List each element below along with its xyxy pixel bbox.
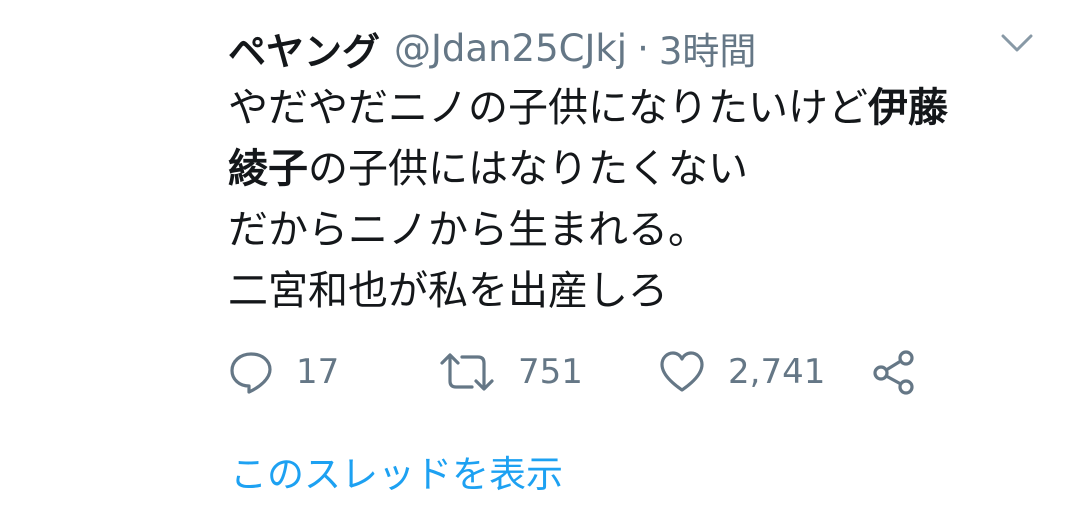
share-icon [873, 350, 914, 395]
tweet: ペヤング @Jdan25CJkj · 3時間 やだやだニノの子供になりたいけど伊… [0, 0, 1076, 529]
like-button[interactable]: 2,741 [658, 349, 870, 395]
bold-text-segment: 綾子 [228, 146, 308, 192]
tweet-text-line: 二宮和也が私を出産しろ [228, 268, 668, 314]
reply-icon [230, 352, 272, 394]
user-handle[interactable]: @Jdan25CJkj [394, 27, 627, 70]
tweet-text-line: やだやだニノの子供になりたいけど伊藤 [228, 78, 1048, 139]
reply-button[interactable]: 17 [228, 349, 438, 395]
timestamp[interactable]: 3時間 [659, 21, 757, 75]
share-button[interactable] [870, 349, 918, 395]
text-segment: やだやだニノの子供になりたいけど [228, 85, 868, 131]
tweet-text-line: 綾子の子供にはなりたくない [228, 139, 1048, 200]
separator-dot: · [637, 26, 649, 70]
text-segment: の子供にはなりたくない [308, 146, 748, 192]
like-count: 2,741 [728, 352, 826, 392]
tweet-actions: 17 751 2,741 [228, 344, 918, 400]
reply-count: 17 [296, 352, 340, 392]
chevron-down-icon[interactable] [1000, 32, 1034, 54]
show-thread-link[interactable]: このスレッドを表示 [230, 444, 563, 498]
tweet-header: ペヤング @Jdan25CJkj · 3時間 [228, 22, 756, 74]
heart-icon [660, 351, 704, 392]
retweet-count: 751 [518, 352, 583, 392]
tweet-text-line: だからニノから生まれる。 [228, 207, 708, 253]
display-name[interactable]: ペヤング [228, 21, 380, 76]
retweet-icon [440, 353, 494, 391]
bold-text-segment: 伊藤 [868, 85, 948, 131]
tweet-text: やだやだニノの子供になりたいけど伊藤 綾子の子供にはなりたくない だからニノから… [228, 78, 1048, 322]
retweet-button[interactable]: 751 [438, 349, 658, 395]
